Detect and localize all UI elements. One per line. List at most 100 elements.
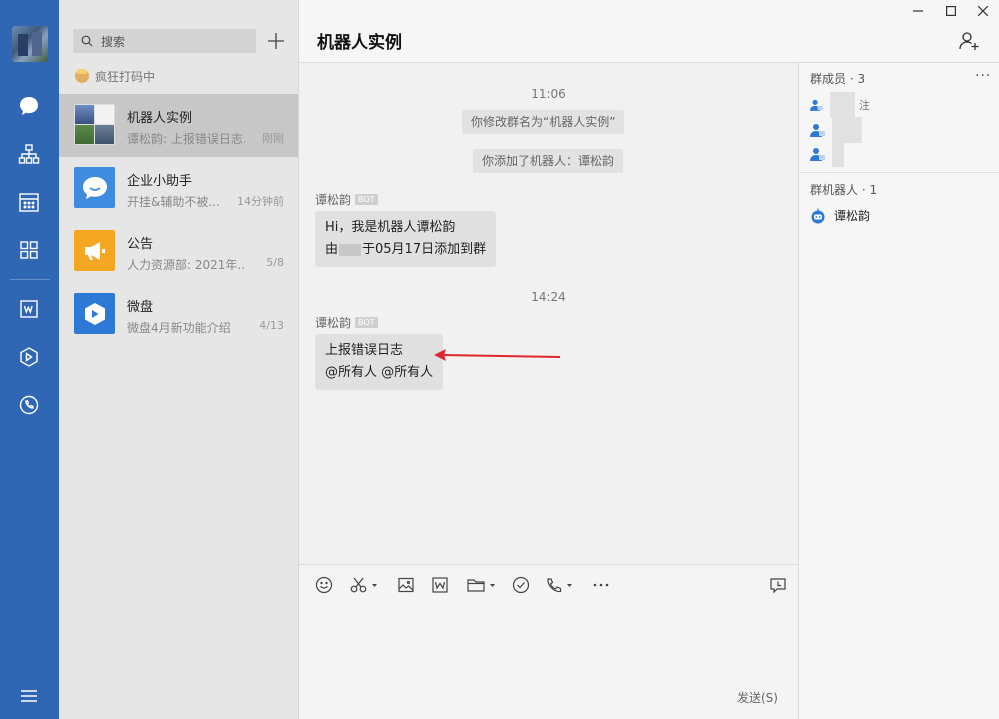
- maximize-button[interactable]: [942, 2, 960, 20]
- phone-icon: [547, 578, 572, 593]
- message-sender[interactable]: 谭松韵 BOT: [315, 314, 378, 331]
- annotation-arrow-icon: [434, 349, 561, 361]
- conversation-item[interactable]: 企业小助手 开挂&辅助不被... 14分钟前: [59, 157, 298, 220]
- message-line: 由 于05月17日添加到群: [325, 239, 486, 261]
- document-button[interactable]: [431, 574, 449, 596]
- timestamp: 14:24: [531, 290, 566, 304]
- member-item[interactable]: 注: [810, 92, 870, 118]
- wedrive-icon[interactable]: [17, 345, 41, 369]
- call-button[interactable]: [545, 574, 575, 596]
- search-input[interactable]: 搜索: [73, 29, 256, 53]
- members-header: 群成员 · 3: [810, 72, 866, 86]
- check-circle-icon: [512, 576, 530, 594]
- conversation-preview: 人力资源部: 2021年...: [127, 258, 245, 272]
- message-line: Hi，我是机器人谭松韵: [325, 220, 456, 235]
- add-member-button[interactable]: [958, 30, 982, 54]
- wedrive-logo-icon: [74, 293, 115, 334]
- system-message: 你添加了机器人：谭松韵: [473, 149, 624, 173]
- message-composer[interactable]: 发送(S): [299, 564, 798, 719]
- close-icon: [978, 6, 988, 16]
- phone-icon[interactable]: [17, 393, 41, 417]
- more-button[interactable]: [592, 574, 610, 596]
- member-avatar-icon: [810, 124, 825, 137]
- nav-separator: [10, 279, 50, 280]
- search-icon: [81, 35, 93, 47]
- screenshot-button[interactable]: [350, 574, 378, 596]
- conversation-preview: 微盘4月新功能介绍: [127, 321, 231, 335]
- todo-button[interactable]: [512, 574, 530, 596]
- bots-header: 群机器人 · 1: [810, 183, 878, 197]
- left-nav: [0, 0, 59, 719]
- member-item[interactable]: [810, 141, 870, 167]
- message-sender[interactable]: 谭松韵 BOT: [315, 191, 378, 208]
- conversation-preview: 开挂&辅助不被...: [127, 195, 220, 209]
- apps-grid-icon[interactable]: [17, 238, 41, 262]
- folder-icon: [467, 579, 495, 592]
- send-button[interactable]: 发送(S): [737, 689, 778, 706]
- image-icon: [398, 577, 414, 593]
- emoji-button[interactable]: [315, 574, 333, 596]
- assistant-avatar-icon: [74, 167, 115, 208]
- member-avatar-icon: [810, 148, 825, 161]
- redacted-name: [339, 243, 362, 256]
- calendar-icon[interactable]: [17, 190, 41, 214]
- conversation-time: 4/13: [259, 319, 284, 332]
- emoji-icon: [315, 576, 333, 594]
- member-item[interactable]: [810, 117, 870, 143]
- conversation-item[interactable]: 微盘 微盘4月新功能介绍 4/13: [59, 283, 298, 346]
- image-button[interactable]: [397, 574, 415, 596]
- file-button[interactable]: [466, 574, 496, 596]
- close-button[interactable]: [974, 2, 992, 20]
- minimize-button[interactable]: [909, 2, 927, 20]
- minimize-icon: [913, 10, 923, 12]
- bot-badge: BOT: [355, 194, 378, 205]
- chat-title: 机器人实例: [317, 33, 402, 53]
- robot-icon: [811, 208, 825, 223]
- bot-item[interactable]: 谭松韵: [810, 207, 870, 224]
- search-placeholder: 搜索: [101, 34, 126, 49]
- add-button[interactable]: [264, 29, 288, 53]
- announcement-icon: [74, 230, 115, 271]
- add-member-icon: [959, 32, 979, 50]
- redacted-member: [832, 141, 844, 167]
- conversation-title: 机器人实例: [127, 111, 193, 126]
- chat-history-icon: [770, 578, 786, 594]
- chat-area: 机器人实例 11:06 你修改群名为“机器人实例” 你添加了机器人：谭松韵 谭松…: [299, 0, 999, 719]
- conversation-list-panel: 搜索 疯狂打码中 机器人实例 谭松韵: 上报错误日志... 刚刚 企业小助手 开…: [59, 0, 299, 719]
- menu-icon[interactable]: [17, 684, 41, 708]
- panel-divider: [799, 172, 999, 173]
- chat-history-button[interactable]: [769, 574, 787, 596]
- document-icon[interactable]: [17, 297, 41, 321]
- member-name-partial: 注: [859, 99, 870, 112]
- conversation-time: 5/8: [266, 256, 284, 269]
- redacted-member: [832, 117, 862, 143]
- members-more-button[interactable]: ···: [975, 68, 991, 84]
- conversation-title: 公告: [127, 237, 154, 252]
- message-line: 上报错误日志: [325, 343, 404, 358]
- chat-icon[interactable]: [17, 94, 41, 118]
- message-bubble[interactable]: 上报错误日志 @所有人 @所有人: [315, 334, 444, 390]
- conversation-item[interactable]: 机器人实例 谭松韵: 上报错误日志... 刚刚: [59, 94, 298, 157]
- message-text: 于05月17日添加到群: [362, 242, 487, 257]
- conversation-time: 14分钟前: [237, 195, 284, 208]
- sender-name: 谭松韵: [315, 316, 352, 330]
- sender-name: 谭松韵: [315, 193, 352, 207]
- status-text: 疯狂打码中: [95, 69, 156, 84]
- conversation-item[interactable]: 公告 人力资源部: 2021年... 5/8: [59, 220, 298, 283]
- user-status[interactable]: 疯狂打码中: [75, 66, 155, 86]
- more-dots-icon: [593, 583, 609, 587]
- conversation-title: 微盘: [127, 300, 154, 315]
- system-message: 你修改群名为“机器人实例”: [462, 110, 625, 134]
- message-bubble[interactable]: Hi，我是机器人谭松韵 由 于05月17日添加到群: [315, 211, 497, 267]
- org-chart-icon[interactable]: [17, 142, 41, 166]
- user-avatar[interactable]: [12, 26, 48, 62]
- plus-icon: [268, 33, 284, 49]
- worker-emoji-icon: [75, 69, 89, 83]
- conversation-time: 刚刚: [262, 132, 284, 145]
- scissors-icon: [350, 577, 377, 593]
- message-line: @所有人 @所有人: [325, 365, 434, 380]
- message-text: 由: [325, 242, 339, 257]
- chat-header: 机器人实例: [299, 0, 999, 63]
- bot-name: 谭松韵: [834, 209, 871, 223]
- bot-badge: BOT: [355, 317, 378, 328]
